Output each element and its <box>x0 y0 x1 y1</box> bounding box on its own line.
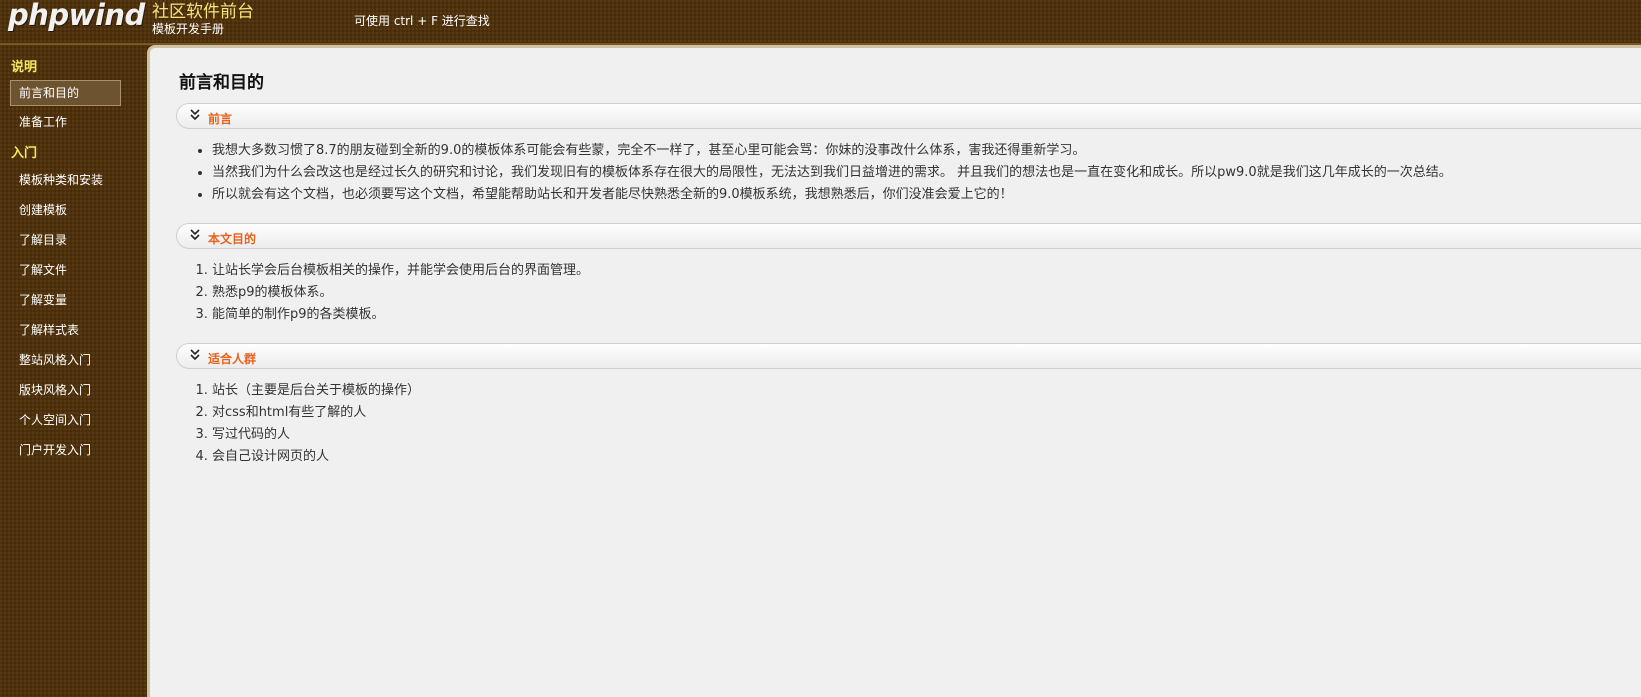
phpwind-logo[interactable]: phpwind <box>8 0 145 32</box>
list-item: 对css和html有些了解的人 <box>212 402 420 424</box>
sidebar-item-template-types[interactable]: 模板种类和安装 <box>10 167 121 193</box>
section-title: 适合人群 <box>208 352 257 366</box>
sidebar-item-site-style[interactable]: 整站风格入门 <box>10 347 121 373</box>
sidebar-item-space-style[interactable]: 个人空间入门 <box>10 407 121 433</box>
list-item: 写过代码的人 <box>212 424 420 446</box>
purpose-list: 让站长学会后台模板相关的操作，并能学会使用后台的界面管理。 熟悉p9的模板体系。… <box>191 260 589 326</box>
list-item: 站长（主要是后台关于模板的操作） <box>212 380 420 402</box>
sidebar-item-stylesheet[interactable]: 了解样式表 <box>10 317 121 343</box>
sidebar-item-directory[interactable]: 了解目录 <box>10 227 121 253</box>
sidebar-section-shuoming: 说明 <box>11 60 38 75</box>
sidebar-item-create-template[interactable]: 创建模板 <box>10 197 121 223</box>
list-item: 让站长学会后台模板相关的操作，并能学会使用后台的界面管理。 <box>212 260 589 282</box>
list-item: 当然我们为什么会改这也是经过长久的研究和讨论，我们发现旧有的模板体系存在很大的局… <box>212 162 1452 184</box>
section-header-purpose[interactable]: 本文目的 <box>176 223 1641 249</box>
sidebar-item-preface[interactable]: 前言和目的 <box>10 80 121 106</box>
list-item: 我想大多数习惯了8.7的朋友碰到全新的9.0的模板体系可能会有些蒙，完全不一样了… <box>212 140 1452 162</box>
site-subtitle: 模板开发手册 <box>152 22 225 36</box>
content-panel: 前言和目的 前言 我想大多数习惯了8.7的朋友碰到全新的9.0的模板体系可能会有… <box>147 45 1641 697</box>
search-hint: 可使用 ctrl + F 进行查找 <box>354 14 490 28</box>
list-item: 会自己设计网页的人 <box>212 446 420 468</box>
double-chevron-down-icon <box>190 229 200 241</box>
double-chevron-down-icon <box>190 109 200 121</box>
sidebar-item-variables[interactable]: 了解变量 <box>10 287 121 313</box>
section-header-preface[interactable]: 前言 <box>176 103 1641 129</box>
section-header-audience[interactable]: 适合人群 <box>176 343 1641 369</box>
sidebar-section-rumen: 入门 <box>11 146 38 161</box>
section-title: 本文目的 <box>208 232 257 246</box>
sidebar-item-preparation[interactable]: 准备工作 <box>10 109 121 135</box>
preface-list: 我想大多数习惯了8.7的朋友碰到全新的9.0的模板体系可能会有些蒙，完全不一样了… <box>191 140 1452 206</box>
list-item: 能简单的制作p9的各类模板。 <box>212 304 589 326</box>
header: phpwind 社区软件前台 模板开发手册 可使用 ctrl + F 进行查找 <box>0 0 1641 45</box>
sidebar-item-files[interactable]: 了解文件 <box>10 257 121 283</box>
sidebar-nav: 说明 前言和目的 准备工作 入门 模板种类和安装 创建模板 了解目录 了解文件 … <box>0 45 140 697</box>
list-item: 所以就会有这个文档，也必须要写这个文档，希望能帮助站长和开发者能尽快熟悉全新的9… <box>212 184 1452 206</box>
sidebar-item-portal-dev[interactable]: 门户开发入门 <box>10 437 121 463</box>
section-title: 前言 <box>208 112 233 126</box>
audience-list: 站长（主要是后台关于模板的操作） 对css和html有些了解的人 写过代码的人 … <box>191 380 420 468</box>
double-chevron-down-icon <box>190 349 200 361</box>
site-title: 社区软件前台 <box>152 2 254 22</box>
sidebar-item-forum-style[interactable]: 版块风格入门 <box>10 377 121 403</box>
list-item: 熟悉p9的模板体系。 <box>212 282 589 304</box>
page-title: 前言和目的 <box>179 73 264 93</box>
